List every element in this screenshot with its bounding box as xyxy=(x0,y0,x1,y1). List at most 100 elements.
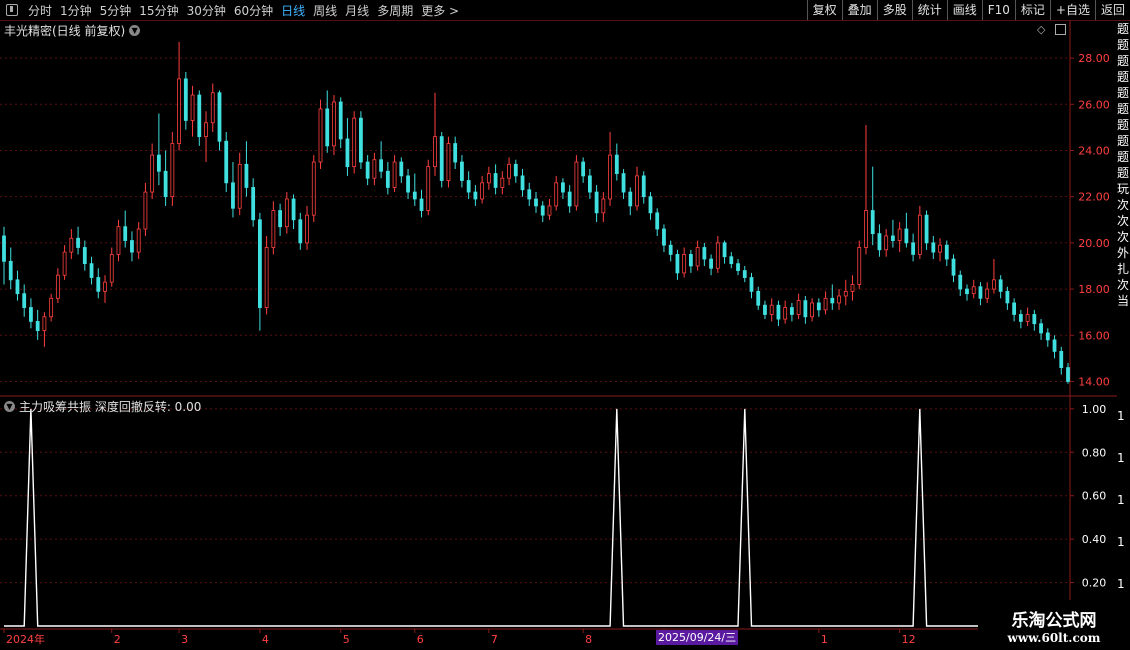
candle-body xyxy=(917,214,922,255)
period-tab-8[interactable]: 月线 xyxy=(341,4,373,18)
watermark: 乐淘公式网 www.60lt.com xyxy=(978,600,1130,650)
side-label: 题 xyxy=(1117,70,1130,84)
toolbar-button-3[interactable]: 统计 xyxy=(911,0,947,20)
candle-body xyxy=(446,143,451,181)
candle-body xyxy=(763,304,767,315)
side-label: 次 xyxy=(1117,278,1130,292)
toolbar-button-6[interactable]: 标记 xyxy=(1014,0,1050,20)
candle-body xyxy=(385,170,390,188)
candle-body xyxy=(783,307,788,320)
candle-body xyxy=(695,247,700,267)
candle-body xyxy=(190,94,195,121)
side-label: 次 xyxy=(1117,230,1130,244)
candle-body xyxy=(965,288,969,295)
candle-body xyxy=(843,290,848,297)
y-tick-label: 18.00 xyxy=(1078,283,1110,296)
candle-body xyxy=(109,254,114,283)
candle-body xyxy=(29,307,33,322)
side-label: 题 xyxy=(1117,54,1130,68)
side-label: 1 xyxy=(1117,535,1125,549)
candle-body xyxy=(547,205,552,216)
toolbar: 分时 1分钟 5分钟 15分钟 30分钟 60分钟 日线 周线 月线 多周期 更多 > 复权 叠加 多股… xyxy=(0,0,1130,21)
period-tab-4[interactable]: 30分钟 xyxy=(183,4,230,18)
candle-body xyxy=(345,138,350,168)
toolbar-button-8[interactable]: 返回 xyxy=(1094,0,1130,20)
side-label: 玩 xyxy=(1117,182,1130,196)
period-tab-10[interactable]: 更多 > xyxy=(417,4,463,18)
side-label: 题 xyxy=(1117,86,1130,100)
candle-body xyxy=(998,279,1003,292)
candle-body xyxy=(534,198,538,207)
candle-body xyxy=(204,122,208,138)
candle-body xyxy=(271,210,276,248)
x-tick-label: 5 xyxy=(343,633,350,646)
candle-body xyxy=(419,198,424,211)
period-tab-1[interactable]: 1分钟 xyxy=(56,4,96,18)
toolbar-right: 复权 叠加 多股 统计 画线 F10 标记 +自选 返回 xyxy=(806,0,1130,20)
candle-body xyxy=(668,244,673,255)
side-label: 题 xyxy=(1117,38,1130,52)
side-label: 扎 xyxy=(1117,262,1130,276)
toolbar-button-5[interactable]: F10 xyxy=(981,0,1015,20)
y-tick-label: 14.00 xyxy=(1078,375,1110,388)
candle-body xyxy=(352,117,357,168)
bottom-strip xyxy=(0,646,1130,650)
candle-body xyxy=(217,92,222,142)
candle-body xyxy=(305,214,309,244)
period-tab-5[interactable]: 60分钟 xyxy=(230,4,277,18)
candle-body xyxy=(298,219,303,244)
period-tab-0[interactable]: 分时 xyxy=(24,4,56,18)
candle-body xyxy=(621,173,626,193)
candle-body xyxy=(359,117,363,163)
candle-body xyxy=(76,237,80,248)
candle-body xyxy=(722,242,727,258)
period-tab-3[interactable]: 15分钟 xyxy=(135,4,182,18)
candle-body xyxy=(150,154,155,193)
candle-body xyxy=(35,320,40,332)
candle-body xyxy=(513,163,518,177)
period-tab-6[interactable]: 日线 xyxy=(277,4,309,18)
candle-body xyxy=(372,159,377,179)
candle-body xyxy=(924,214,929,244)
period-tab-9[interactable]: 多周期 xyxy=(373,4,417,18)
candle-body xyxy=(715,242,720,269)
candle-body xyxy=(614,154,619,174)
candle-body xyxy=(55,274,60,299)
toolbar-button-0[interactable]: 复权 xyxy=(806,0,842,20)
candle-body xyxy=(675,254,680,274)
period-tab-7[interactable]: 周线 xyxy=(309,4,341,18)
candle-body xyxy=(244,163,249,188)
candle-body xyxy=(756,290,761,306)
candle-body xyxy=(156,154,161,172)
toolbar-button-4[interactable]: 画线 xyxy=(946,0,982,20)
candle-body xyxy=(587,175,592,193)
candle-body xyxy=(473,191,478,200)
candle-body xyxy=(284,198,289,228)
toolbar-button-7[interactable]: +自选 xyxy=(1049,0,1095,20)
toolbar-button-1[interactable]: 叠加 xyxy=(841,0,877,20)
candle-body xyxy=(810,302,815,318)
candle-body xyxy=(540,205,545,216)
candle-body xyxy=(581,161,586,177)
y-tick-label: 28.00 xyxy=(1078,52,1110,65)
crosshair-date-label: 2025/09/24/三 xyxy=(656,630,739,645)
chevron-down-icon[interactable]: ▼ xyxy=(4,401,15,412)
candle-body xyxy=(520,175,525,191)
candle-body xyxy=(15,279,20,295)
candle-body xyxy=(183,78,188,121)
candle-body xyxy=(82,247,87,265)
candle-body xyxy=(628,191,633,207)
window-icon[interactable] xyxy=(6,4,18,16)
candle-body xyxy=(601,198,606,214)
period-tab-2[interactable]: 5分钟 xyxy=(96,4,136,18)
candle-body xyxy=(163,170,168,198)
candle-body xyxy=(42,316,47,332)
candle-body xyxy=(486,173,491,184)
candle-body xyxy=(123,226,128,241)
candle-body xyxy=(864,210,868,248)
candle-body xyxy=(231,182,235,209)
side-label: 当 xyxy=(1117,294,1130,308)
candle-body xyxy=(8,260,13,281)
toolbar-button-2[interactable]: 多股 xyxy=(876,0,912,20)
candle-body xyxy=(951,258,956,276)
